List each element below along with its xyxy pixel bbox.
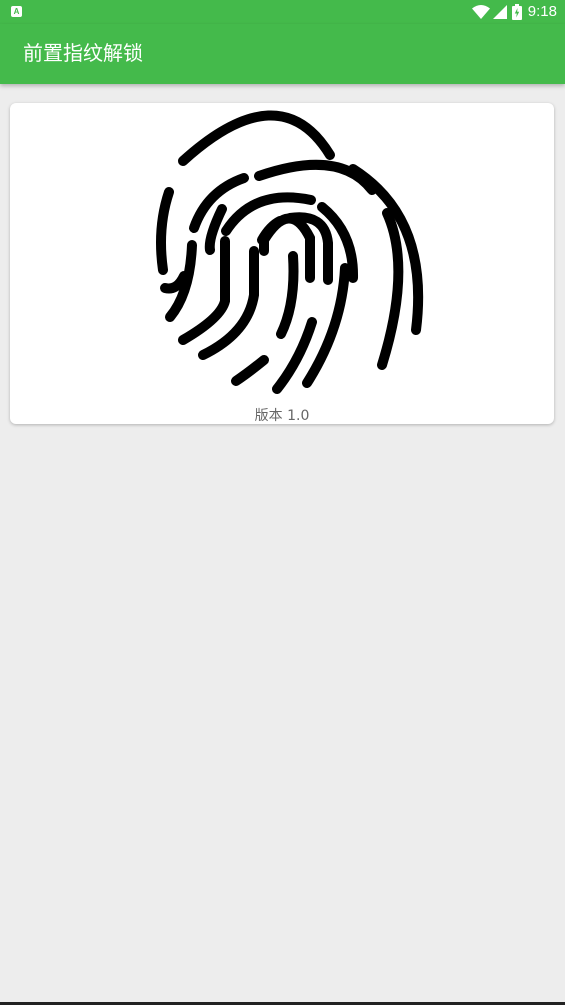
status-icons: 9:18 — [471, 3, 557, 21]
status-bar: A 9:18 — [0, 0, 565, 24]
version-label: 版本 1.0 — [254, 408, 310, 424]
fingerprint-icon[interactable] — [150, 108, 430, 398]
cell-signal-icon — [492, 5, 507, 19]
status-time: 9:18 — [527, 3, 557, 20]
notification-icon-letter: A — [13, 6, 20, 16]
notification-icon: A — [11, 6, 22, 17]
app-title: 前置指纹解锁 — [23, 41, 143, 65]
battery-icon — [511, 4, 522, 20]
app-bar: 前置指纹解锁 — [0, 24, 565, 84]
fingerprint-card[interactable]: 版本 1.0 — [10, 103, 554, 424]
wifi-icon — [471, 5, 490, 19]
